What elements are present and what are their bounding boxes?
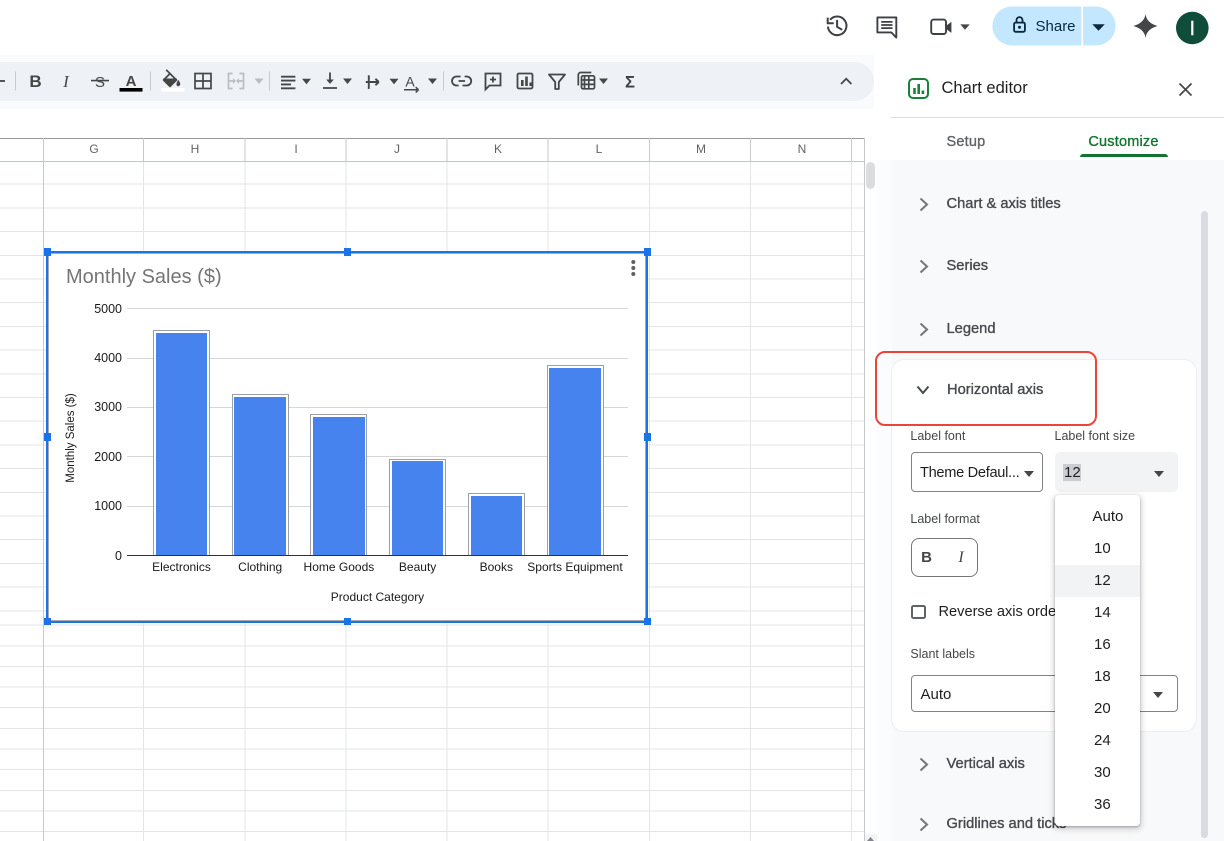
svg-text:A: A (126, 73, 137, 90)
svg-text:Share: Share (1036, 18, 1076, 35)
svg-text:S: S (95, 74, 105, 91)
svg-text:Σ: Σ (625, 74, 635, 92)
svg-text:A: A (405, 74, 415, 90)
svg-text:I: I (62, 72, 70, 91)
svg-text:B: B (29, 72, 41, 91)
